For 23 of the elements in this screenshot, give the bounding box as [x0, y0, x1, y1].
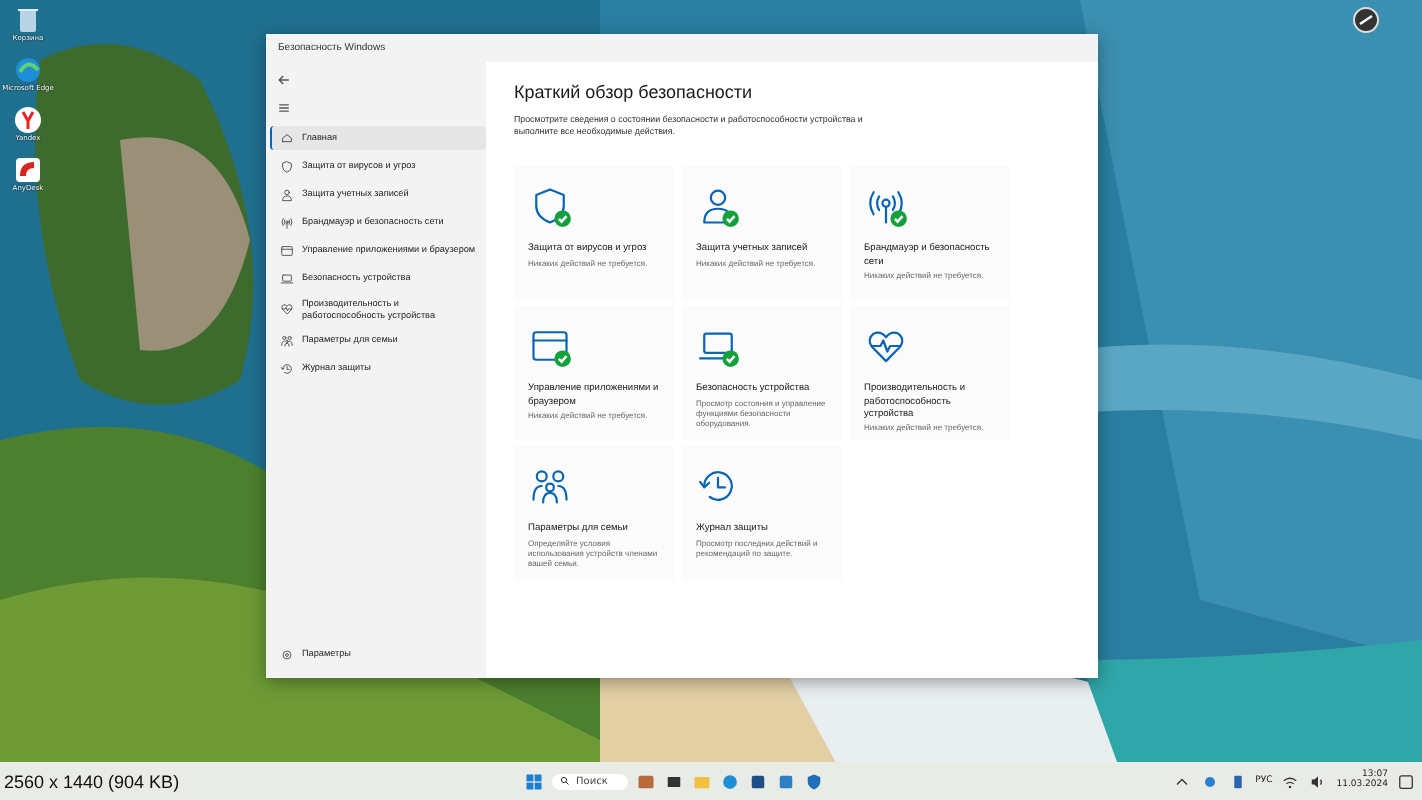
page-heading: Краткий обзор безопасности — [514, 82, 755, 102]
back-arrow-icon[interactable] — [276, 72, 292, 88]
shield-icon[interactable] — [803, 771, 824, 791]
laptop-icon — [280, 271, 294, 285]
browser-window-icon — [280, 243, 294, 257]
notification-icon[interactable] — [1396, 771, 1416, 791]
home-icon — [280, 131, 294, 145]
family-icon — [280, 333, 294, 347]
app-icon[interactable] — [12, 153, 44, 186]
gear-icon — [280, 647, 294, 661]
image-caption: 2560 x 1440 (904 KB) — [2, 771, 182, 791]
start-icon[interactable] — [524, 771, 544, 791]
app-icon[interactable] — [663, 771, 684, 791]
history-icon — [280, 361, 294, 375]
heart-icon — [280, 302, 294, 316]
shield-icon — [280, 159, 294, 173]
menu-icon[interactable] — [276, 100, 292, 116]
app-icon[interactable] — [12, 103, 44, 136]
antenna-icon — [280, 215, 294, 229]
recycle-bin-icon[interactable] — [12, 4, 44, 36]
person-icon — [280, 187, 294, 201]
app-icon[interactable] — [747, 771, 768, 791]
search-icon — [560, 776, 570, 786]
